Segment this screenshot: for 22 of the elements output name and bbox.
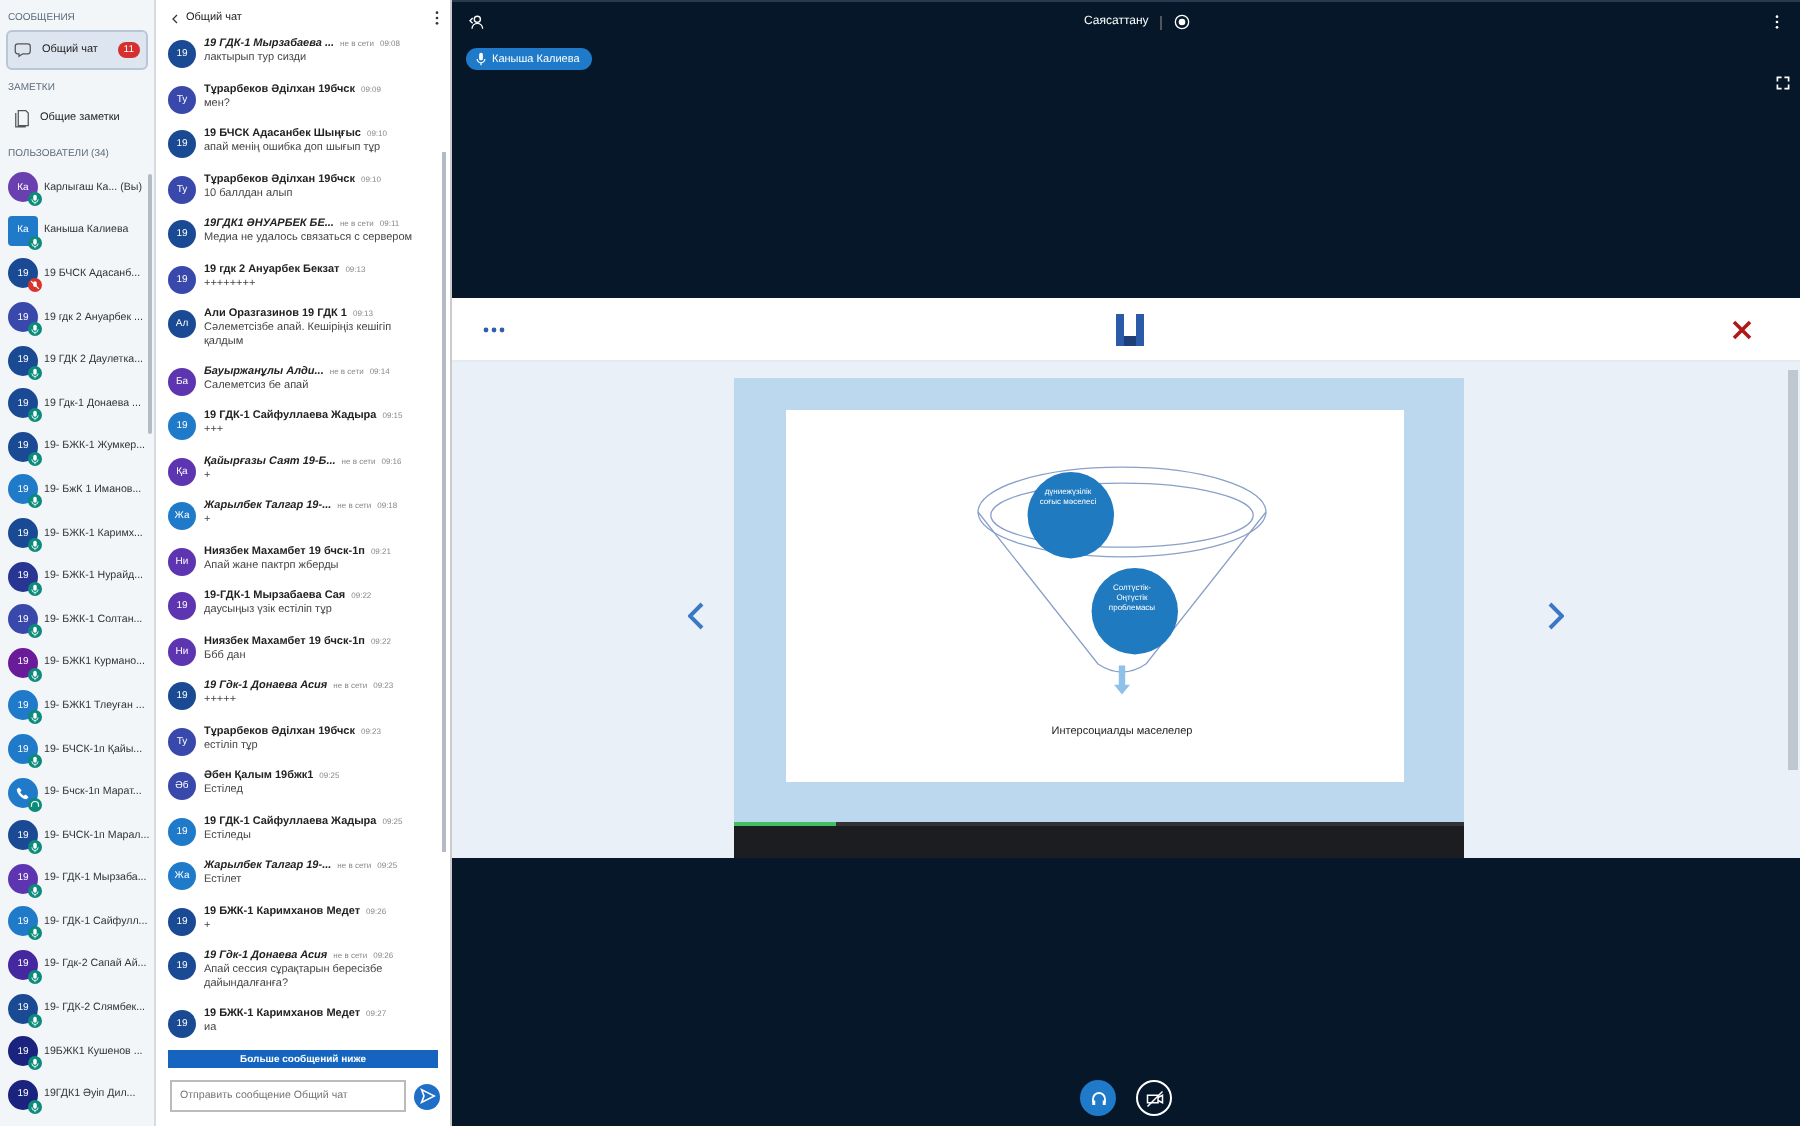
user-list-toggle-icon[interactable] <box>468 14 484 30</box>
more-options-icon[interactable] <box>434 10 440 26</box>
scrollbar[interactable] <box>148 174 152 434</box>
audio-button[interactable] <box>1080 1080 1116 1116</box>
chevron-left-icon <box>172 13 178 23</box>
scrollbar[interactable] <box>1788 370 1798 770</box>
record-icon[interactable] <box>1174 14 1191 30</box>
more-options-icon[interactable] <box>1774 14 1780 30</box>
more-options-icon[interactable] <box>482 325 506 333</box>
headphones-icon <box>1089 1089 1107 1107</box>
send-button[interactable] <box>414 1083 440 1109</box>
document-icon <box>12 108 32 128</box>
logo-icon <box>1113 309 1145 349</box>
fullscreen-icon[interactable] <box>1776 76 1790 90</box>
next-slide-icon[interactable] <box>1548 602 1564 630</box>
scrollbar[interactable] <box>442 152 446 852</box>
camera-off-button[interactable] <box>1136 1080 1172 1116</box>
camera-off-icon <box>1145 1089 1163 1107</box>
previous-slide-icon[interactable] <box>688 602 704 630</box>
chat-icon <box>14 40 34 60</box>
close-icon[interactable] <box>1732 319 1752 339</box>
phone-icon <box>16 785 30 800</box>
